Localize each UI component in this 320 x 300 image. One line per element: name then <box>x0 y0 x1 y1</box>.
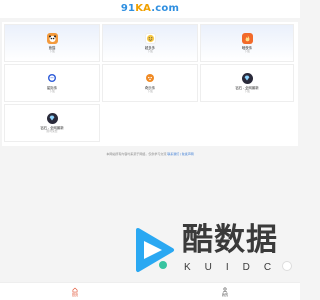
tab-profile[interactable]: 我的 <box>150 283 300 300</box>
tab-label: 我的 <box>221 292 229 297</box>
app-subtitle: 下载 <box>244 48 250 53</box>
watermark-title: 酷数据 <box>182 222 278 257</box>
flame-icon <box>241 32 253 44</box>
app-card[interactable]: 熊猫 下载 <box>4 24 100 62</box>
diamond-icon <box>46 112 58 124</box>
app-subtitle: 限时免费 <box>46 128 58 133</box>
app-card[interactable]: 暗夜传 下载 <box>200 24 294 62</box>
app-grid: 熊猫 下载 超多多 下载 暗夜传 下载 星际传 下载 奇乐传 下载 钻石 - 全… <box>4 24 296 142</box>
footer-link[interactable]: 联系我们 | 免责声明 <box>167 152 193 156</box>
app-card[interactable]: 钻石 - 全网最新 限时免费 <box>4 104 100 142</box>
app-subtitle: 下载 <box>147 88 153 93</box>
play-logo-icon <box>136 228 174 272</box>
diamond-icon <box>241 72 253 84</box>
back-to-top-button[interactable] <box>282 261 292 271</box>
app-subtitle: 下载 <box>49 48 55 53</box>
logo-part-1: 91 <box>120 3 136 14</box>
app-card[interactable]: 星际传 下载 <box>4 64 100 102</box>
app-subtitle: 下载 <box>244 88 250 93</box>
logo-part-3: .com <box>151 3 180 14</box>
chat-bubble-icon <box>46 72 58 84</box>
logo-part-2: KA <box>135 3 152 14</box>
bottom-tab-bar: 首页 我的 <box>0 282 300 300</box>
app-card[interactable]: 奇乐传 下载 <box>102 64 198 102</box>
tab-label: 首页 <box>71 292 79 297</box>
footer-note: 本网站所有内容均来源于网络，仅供学习交流 联系我们 | 免责声明 <box>0 152 300 156</box>
site-logo[interactable]: 91KA.com <box>121 4 179 14</box>
smiley-icon <box>144 32 156 44</box>
app-subtitle: 下载 <box>147 48 153 53</box>
fox-icon <box>144 72 156 84</box>
app-card[interactable]: 超多多 下载 <box>102 24 198 62</box>
app-card[interactable]: 钻石 - 全网最新 下载 <box>200 64 294 102</box>
panda-icon <box>46 32 58 44</box>
app-subtitle: 下载 <box>49 88 55 93</box>
watermark-subtitle: KUIDC <box>184 262 286 273</box>
page: 91KA.com 熊猫 下载 超多多 下载 暗夜传 下载 星际传 下载 奇乐传 … <box>0 0 300 300</box>
watermark: 酷数据 KUIDC <box>132 222 292 280</box>
tab-home[interactable]: 首页 <box>0 283 150 300</box>
footer-text: 本网站所有内容均来源于网络，仅供学习交流 <box>106 152 168 156</box>
top-header: 91KA.com <box>0 0 300 18</box>
app-panel: 熊猫 下载 超多多 下载 暗夜传 下载 星际传 下载 奇乐传 下载 钻石 - 全… <box>2 22 298 146</box>
